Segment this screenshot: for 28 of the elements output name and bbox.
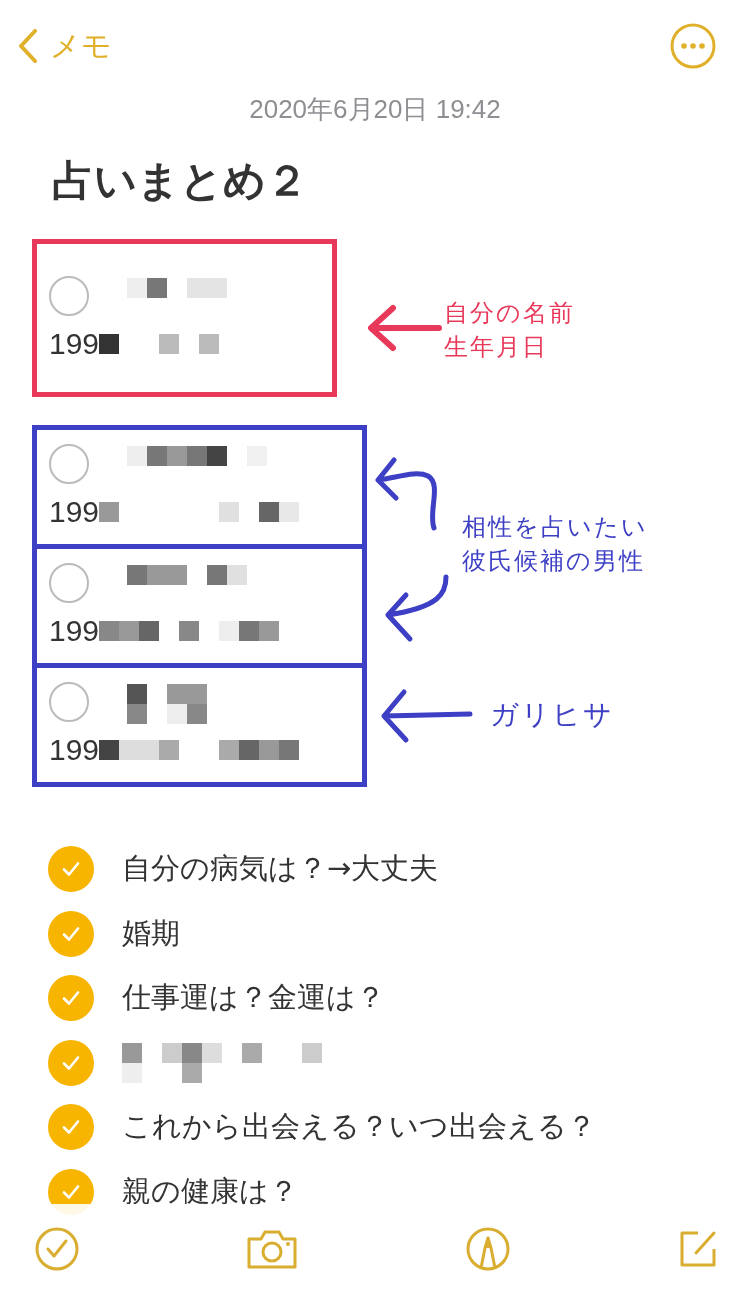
- checklist-icon[interactable]: [34, 1226, 80, 1272]
- handwritten-note: ガリヒサ: [490, 698, 614, 732]
- more-icon[interactable]: [669, 22, 717, 70]
- note-title: 占いまとめ２: [52, 155, 309, 207]
- checkbox[interactable]: [48, 910, 94, 957]
- checkbox[interactable]: [48, 975, 94, 1022]
- checkbox[interactable]: [49, 444, 89, 484]
- back-button[interactable]: メモ: [18, 25, 112, 67]
- checkbox[interactable]: [48, 1039, 94, 1086]
- handwritten-note: 相性を占いたい 彼氏候補の男性: [462, 512, 648, 577]
- checkbox[interactable]: [49, 276, 89, 316]
- markup-pen-icon[interactable]: [464, 1226, 511, 1272]
- entry-text: 199: [49, 733, 100, 767]
- checkbox[interactable]: [49, 682, 89, 722]
- note-date: 2020年6月20日 19:42: [248, 93, 502, 126]
- task-text: 仕事運は？金運は？: [122, 979, 385, 1017]
- entry-text: 199: [49, 495, 100, 529]
- checkbox[interactable]: [48, 1104, 94, 1151]
- entry-text: 199: [49, 614, 100, 648]
- checkbox[interactable]: [49, 563, 89, 603]
- checkbox[interactable]: [48, 846, 94, 893]
- entry-text: 199: [49, 327, 100, 361]
- handwritten-note: 自分の名前 生年月日: [444, 298, 575, 363]
- task-text: これから出会える？いつ出会える？: [122, 1108, 596, 1146]
- task-text: 親の健康は？: [122, 1172, 298, 1210]
- chevron-icon: [18, 29, 38, 63]
- task-text: 婚期: [122, 914, 180, 952]
- task-text: 自分の病気は？→大丈夫: [122, 850, 439, 888]
